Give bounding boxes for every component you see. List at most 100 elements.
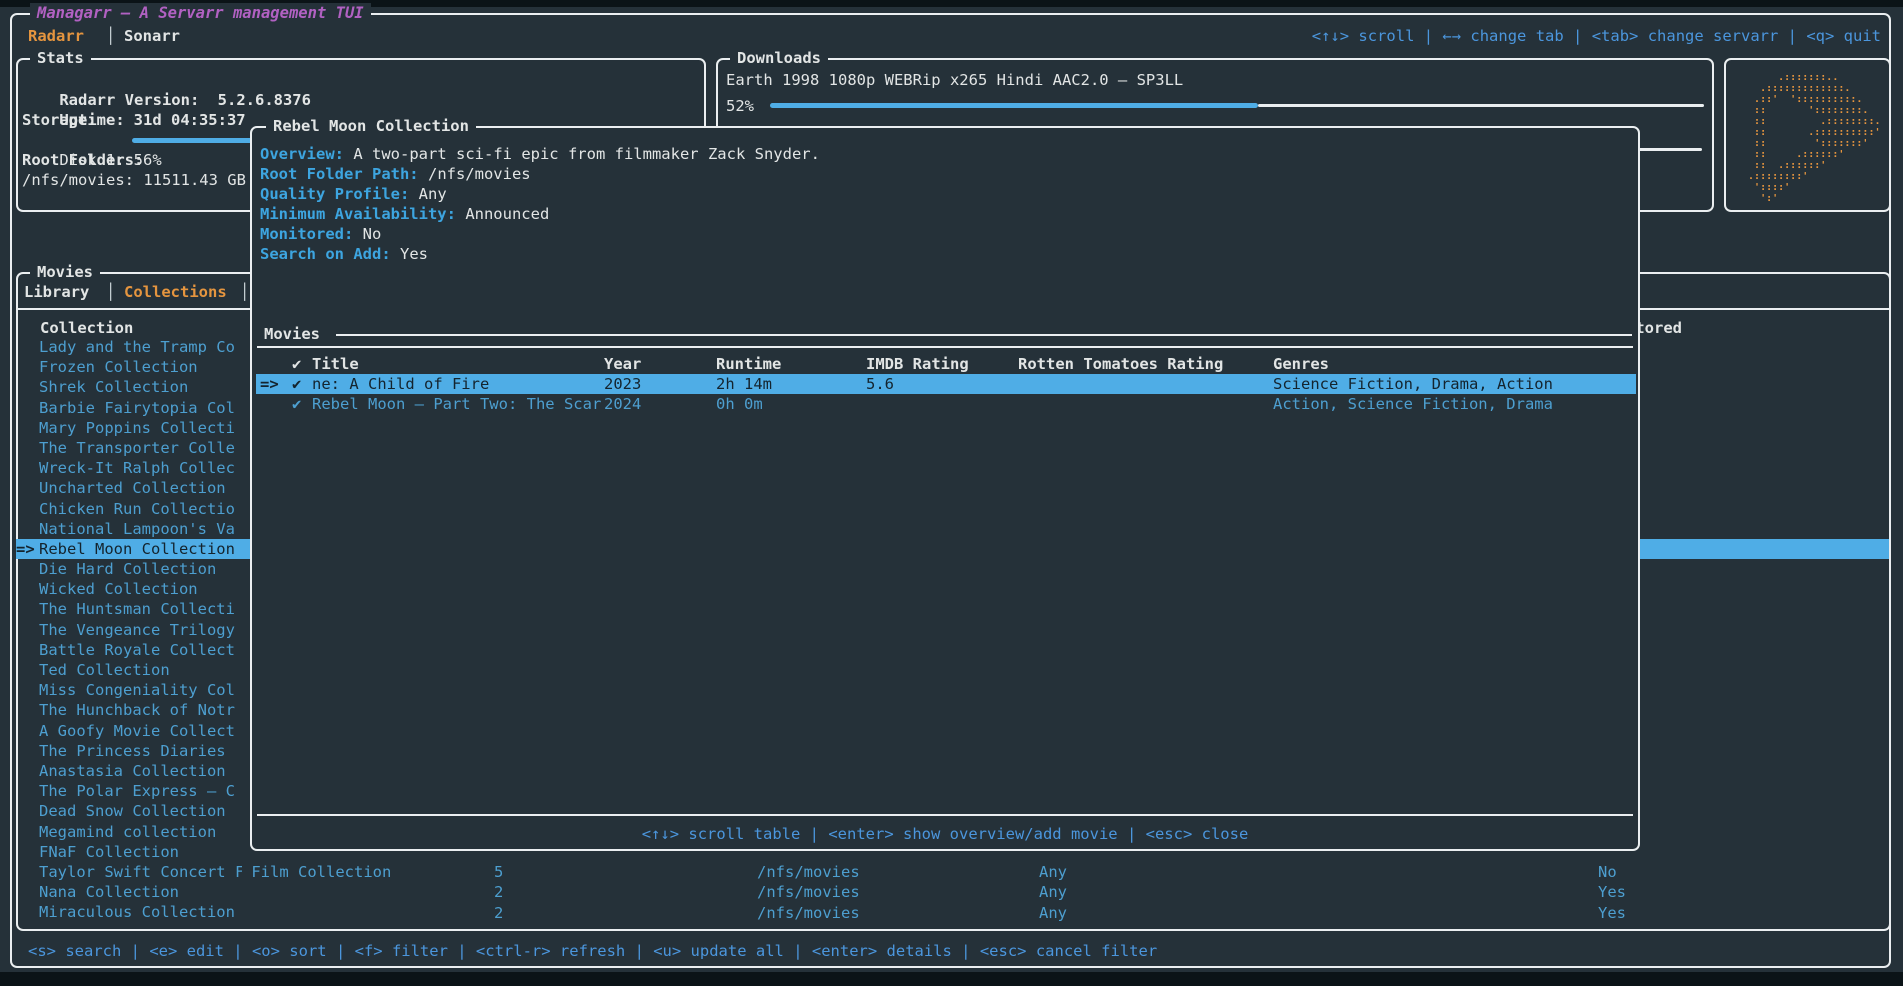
- header-rotten-tomatoes[interactable]: Rotten Tomatoes Rating: [1018, 354, 1223, 374]
- table-cell-quality: Any: [1039, 903, 1067, 923]
- search-on-add-value: Yes: [400, 245, 428, 263]
- collection-list-item[interactable]: Frozen Collection: [16, 357, 242, 377]
- collection-list-item[interactable]: Wicked Collection: [16, 579, 242, 599]
- collection-list-item[interactable]: The Transporter Colle: [16, 438, 242, 458]
- download-percent: 52%: [726, 96, 754, 116]
- row-check-icon: ✔: [292, 374, 301, 394]
- collection-list-item[interactable]: Die Hard Collection: [16, 559, 242, 579]
- background-strip-bottom: [0, 972, 1903, 986]
- tab-sonarr[interactable]: Sonarr: [124, 26, 180, 46]
- download-item-name: Earth 1998 1080p WEBRip x265 Hindi AAC2.…: [726, 70, 1183, 90]
- table-cell-root-folder: /nfs/movies: [757, 862, 860, 882]
- download-progress-filled: [770, 103, 1258, 108]
- collection-list-item[interactable]: Miss Congeniality Col: [16, 680, 242, 700]
- bottom-keybind-hints: <s> search | <e> edit | <o> sort | <f> f…: [28, 941, 1157, 961]
- selection-marker: =>: [16, 539, 35, 559]
- app-title: Managarr – A Servarr management TUI: [30, 3, 371, 23]
- download-progress-empty: [1258, 104, 1704, 107]
- table-cell-monitored: No: [1598, 862, 1617, 882]
- row-check-icon: ✔: [292, 394, 301, 414]
- row-title: ne: A Child of Fire: [312, 374, 489, 394]
- stats-panel-title: Stats: [30, 48, 91, 68]
- modal-keybind-hints: <↑↓> scroll table | <enter> show overvie…: [252, 824, 1638, 844]
- tab-separator: │: [106, 26, 115, 46]
- modal-table-title: Movies: [264, 324, 320, 344]
- collection-list-item[interactable]: A Goofy Movie Collect: [16, 721, 242, 741]
- modal-footer-rule: [257, 814, 1633, 816]
- table-cell-movie-count: 5: [494, 862, 503, 882]
- tab-library[interactable]: Library: [24, 282, 89, 302]
- collection-list-item[interactable]: Shrek Collection: [16, 377, 242, 397]
- table-cell-quality: Any: [1039, 862, 1067, 882]
- row-genres: Science Fiction, Drama, Action: [1273, 374, 1553, 394]
- collection-list-item[interactable]: The Vengeance Trilogy: [16, 620, 242, 640]
- monitored-label: Monitored:: [260, 225, 353, 243]
- search-on-add-label: Search on Add:: [260, 245, 391, 263]
- header-check[interactable]: ✔: [292, 354, 301, 374]
- collection-list-item[interactable]: Nana Collection: [16, 882, 242, 902]
- collection-list-item[interactable]: Taylor Swift Concert Film Collection: [16, 862, 242, 882]
- modal-title: Rebel Moon Collection: [266, 116, 476, 136]
- minimum-availability-label: Minimum Availability:: [260, 205, 456, 223]
- column-header-collection[interactable]: Collection: [40, 318, 133, 338]
- header-genres[interactable]: Genres: [1273, 354, 1329, 374]
- row-year: 2023: [604, 374, 641, 394]
- collection-list-item[interactable]: The Huntsman Collecti: [16, 599, 242, 619]
- table-cell-quality: Any: [1039, 882, 1067, 902]
- movies-tab-separator-1: │: [106, 282, 115, 302]
- table-cell-root-folder: /nfs/movies: [757, 882, 860, 902]
- collection-list-item[interactable]: Uncharted Collection: [16, 478, 242, 498]
- collection-list-item[interactable]: Chicken Run Collectio: [16, 499, 242, 519]
- global-keybind-hints: <↑↓> scroll | ←→ change tab | <tab> chan…: [1312, 26, 1881, 46]
- table-row-overflow: Film Collection: [242, 862, 442, 882]
- row-runtime: 2h 14m: [716, 374, 772, 394]
- collection-list: Lady and the Tramp Co Frozen Collection …: [16, 337, 242, 922]
- overview-value: A two-part sci-fi epic from filmmaker Za…: [353, 145, 820, 163]
- collection-list-item[interactable]: Ted Collection: [16, 660, 242, 680]
- row-title: Rebel Moon – Part Two: The Scar: [312, 394, 601, 414]
- quality-profile-label: Quality Profile:: [260, 185, 409, 203]
- table-cell-movie-count: 2: [494, 903, 503, 923]
- tab-collections[interactable]: Collections: [124, 282, 227, 302]
- collection-list-item[interactable]: Mary Poppins Collecti: [16, 418, 242, 438]
- collection-list-item-selected[interactable]: =>Rebel Moon Collection: [16, 539, 242, 559]
- modal-table-header-rule: [257, 346, 1633, 348]
- tab-radarr[interactable]: Radarr: [28, 26, 84, 46]
- collection-list-item[interactable]: National Lampoon's Va: [16, 519, 242, 539]
- collection-list-item[interactable]: Battle Royale Collect: [16, 640, 242, 660]
- collection-details-modal: Rebel Moon Collection Overview: A two-pa…: [250, 126, 1640, 851]
- collection-list-item[interactable]: Dead Snow Collection: [16, 801, 242, 821]
- collection-list-item[interactable]: Miraculous Collection: [16, 902, 242, 922]
- modal-table-row-selected[interactable]: => ✔ ne: A Child of Fire 2023 2h 14m 5.6…: [256, 374, 1636, 394]
- header-imdb-rating[interactable]: IMDB Rating: [866, 354, 969, 374]
- collection-list-item[interactable]: Anastasia Collection: [16, 761, 242, 781]
- row-selection-marker: =>: [260, 374, 279, 394]
- movies-tab-separator-2: │: [240, 282, 249, 302]
- downloads-panel-title: Downloads: [730, 48, 828, 68]
- collection-list-item[interactable]: Wreck-It Ralph Collec: [16, 458, 242, 478]
- managarr-logo: .:::::::.. .:::::::::::::. .::' ':::::::…: [1736, 72, 1881, 204]
- overview-label: Overview:: [260, 145, 344, 163]
- root-folder-path-label: Root Folder Path:: [260, 165, 419, 183]
- collection-list-item[interactable]: Lady and the Tramp Co: [16, 337, 242, 357]
- collection-list-item[interactable]: The Polar Express – C: [16, 781, 242, 801]
- header-title[interactable]: Title: [312, 354, 359, 374]
- collection-list-item[interactable]: Barbie Fairytopia Col: [16, 398, 242, 418]
- minimum-availability-value: Announced: [465, 205, 549, 223]
- collection-list-item[interactable]: The Princess Diaries: [16, 741, 242, 761]
- collection-list-item[interactable]: Megamind collection: [16, 822, 242, 842]
- modal-table-row[interactable]: ✔ Rebel Moon – Part Two: The Scar 2024 0…: [252, 394, 1638, 414]
- monitored-value: No: [363, 225, 382, 243]
- collection-list-item[interactable]: The Hunchback of Notr: [16, 700, 242, 720]
- root-folder-size: /nfs/movies: 11511.43 GB: [22, 170, 246, 190]
- managarr-terminal: Managarr – A Servarr management TUI Rada…: [0, 0, 1903, 986]
- table-cell-monitored: Yes: [1598, 903, 1626, 923]
- table-cell-movie-count: 2: [494, 882, 503, 902]
- header-runtime[interactable]: Runtime: [716, 354, 781, 374]
- root-folders-label: Root Folders:: [22, 150, 143, 170]
- header-year[interactable]: Year: [604, 354, 641, 374]
- row-genres: Action, Science Fiction, Drama: [1273, 394, 1553, 414]
- modal-table-header-row: ✔ Title Year Runtime IMDB Rating Rotten …: [252, 354, 1638, 374]
- uptime-value: 31d 04:35:37: [134, 111, 246, 129]
- collection-list-item[interactable]: FNaF Collection: [16, 842, 242, 862]
